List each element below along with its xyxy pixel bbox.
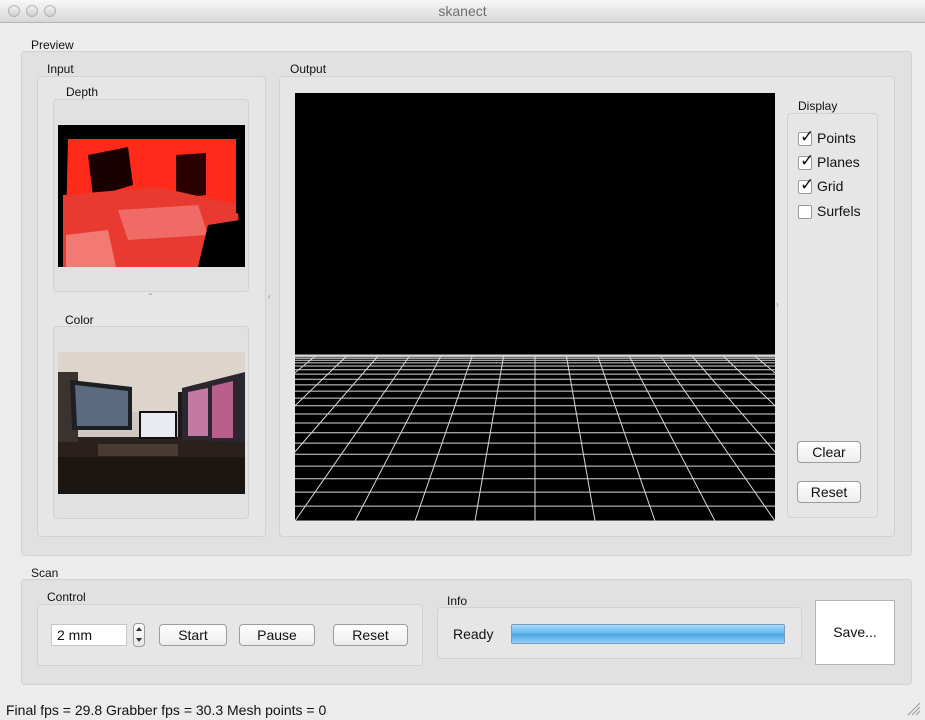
splitter-handle[interactable]: ⌃ — [147, 292, 154, 301]
surfels-checkbox-label: Surfels — [817, 203, 861, 219]
grid-checkbox[interactable]: ✓ — [798, 175, 814, 194]
surfels-checkbox[interactable] — [798, 205, 812, 219]
splitter-handle[interactable]: ‹ — [268, 292, 271, 301]
status-bar-text: Final fps = 29.8 Grabber fps = 30.3 Mesh… — [6, 702, 327, 718]
progress-fill — [512, 625, 784, 643]
window-title: skanect — [438, 3, 487, 19]
display-label: Display — [798, 99, 838, 113]
title-bar[interactable]: skanect — [0, 0, 925, 23]
resolution-stepper[interactable] — [133, 623, 145, 647]
depth-image — [58, 125, 245, 267]
planes-checkbox[interactable]: ✓ — [798, 151, 814, 170]
reset-scan-button[interactable]: Reset — [333, 624, 408, 646]
color-label: Color — [65, 313, 94, 327]
scan-label: Scan — [31, 566, 59, 580]
planes-checkbox-label: Planes — [817, 154, 860, 170]
info-label: Info — [447, 594, 468, 608]
grid-checkbox-label: Grid — [817, 178, 844, 194]
clear-button[interactable]: Clear — [797, 441, 861, 463]
3d-viewport[interactable] — [295, 93, 775, 521]
checkmark-icon: ✓ — [800, 175, 815, 194]
control-label: Control — [47, 590, 86, 604]
checkmark-icon: ✓ — [800, 151, 815, 170]
status-text: Ready — [453, 626, 494, 642]
output-label: Output — [290, 62, 327, 76]
resize-grip-icon[interactable] — [905, 700, 921, 716]
points-checkbox[interactable]: ✓ — [798, 127, 814, 146]
splitter-handle[interactable]: › — [776, 300, 779, 309]
depth-label: Depth — [66, 85, 99, 99]
resolution-input[interactable]: 2 mm — [51, 624, 127, 646]
stepper-up-icon[interactable] — [136, 627, 142, 631]
reset-view-button[interactable]: Reset — [797, 481, 861, 503]
stepper-down-icon[interactable] — [136, 638, 142, 642]
checkmark-icon: ✓ — [800, 127, 815, 146]
color-image — [58, 352, 245, 494]
scan-progress-bar — [511, 624, 785, 644]
pause-button[interactable]: Pause — [239, 624, 315, 646]
preview-label: Preview — [31, 38, 74, 52]
start-button[interactable]: Start — [159, 624, 227, 646]
save-button[interactable]: Save... — [815, 600, 895, 665]
points-checkbox-label: Points — [817, 130, 856, 146]
input-label: Input — [47, 62, 74, 76]
